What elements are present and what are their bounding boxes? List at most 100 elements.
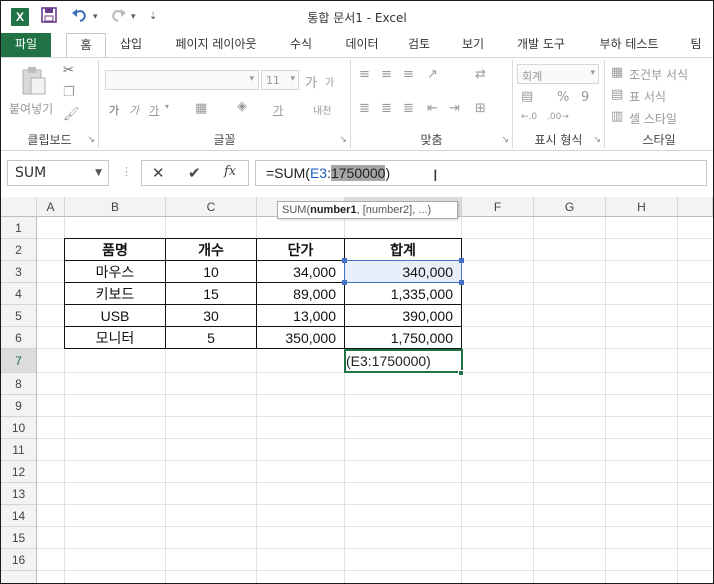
format-painter-icon[interactable]: 🖌	[63, 108, 80, 122]
underline-icon[interactable]: 가	[149, 102, 159, 118]
format-as-table-icon[interactable]: ▤	[611, 88, 623, 102]
row-header-1[interactable]: 1	[1, 217, 37, 239]
table-cell[interactable]: 15	[166, 283, 256, 305]
formula-bar-splitter-icon[interactable]: ⋮	[121, 165, 132, 178]
header-cell-count[interactable]: 개수	[166, 239, 256, 261]
italic-icon[interactable]: 가	[129, 102, 139, 118]
paste-label[interactable]: 붙여넣기	[9, 100, 53, 117]
tab-insert[interactable]: 삽입	[111, 33, 151, 57]
percent-icon[interactable]: %	[557, 90, 569, 105]
function-argument-tooltip[interactable]: SUM(number1, [number2], ...)	[277, 201, 458, 219]
borders-icon[interactable]: ▦	[195, 102, 207, 116]
tab-developer[interactable]: 개발 도구	[506, 33, 576, 57]
increase-indent-icon[interactable]: ⇥	[449, 102, 460, 116]
number-launcher-icon[interactable]: ↘	[593, 135, 601, 145]
range-handle[interactable]	[459, 280, 464, 285]
row-header-10[interactable]: 10	[1, 417, 37, 439]
range-handle[interactable]	[342, 258, 347, 263]
cancel-icon[interactable]: ✕	[152, 164, 165, 182]
table-cell[interactable]: 키보드	[65, 283, 165, 305]
row-header-6[interactable]: 6	[1, 327, 37, 349]
table-cell[interactable]: 350,000	[257, 327, 344, 349]
row-header-16[interactable]: 16	[1, 549, 37, 571]
increase-decimal-icon[interactable]: ←.0	[521, 112, 537, 122]
row-header-5[interactable]: 5	[1, 305, 37, 327]
formula-input[interactable]: =SUM(E3:1750000)	[255, 160, 707, 186]
table-cell[interactable]: 34,000	[257, 261, 344, 283]
table-cell[interactable]: 마우스	[65, 261, 165, 283]
row-header-9[interactable]: 9	[1, 395, 37, 417]
range-handle[interactable]	[342, 280, 347, 285]
format-as-table-label[interactable]: 표 서식	[629, 88, 666, 105]
insert-function-icon[interactable]: fx	[224, 164, 236, 179]
cell-styles-icon[interactable]: ▥	[611, 110, 623, 124]
header-cell-item[interactable]: 품명	[65, 239, 165, 261]
align-center-icon[interactable]: ≣	[381, 102, 392, 116]
row-header-14[interactable]: 14	[1, 505, 37, 527]
fill-handle[interactable]	[458, 370, 464, 376]
table-cell[interactable]: 1,750,000	[345, 327, 461, 349]
font-size-box[interactable]: 11 ▾	[261, 70, 299, 90]
table-cell[interactable]: 1,335,000	[345, 283, 461, 305]
align-right-icon[interactable]: ≣	[403, 102, 414, 116]
tab-page-layout[interactable]: 페이지 레이아웃	[166, 33, 266, 57]
active-cell-editor[interactable]: (E3:1750000)	[344, 349, 463, 373]
tab-file[interactable]: 파일	[1, 33, 51, 57]
fill-color-icon[interactable]: ◈	[237, 100, 247, 114]
row-header-7[interactable]: 7	[1, 349, 37, 373]
column-header-a[interactable]: A	[37, 197, 65, 217]
row-header-2[interactable]: 2	[1, 239, 37, 261]
select-all-corner[interactable]	[1, 197, 37, 217]
phonetic-icon[interactable]: 내천	[313, 102, 331, 117]
row-header-12[interactable]: 12	[1, 461, 37, 483]
decrease-decimal-icon[interactable]: .00→	[547, 112, 569, 122]
merge-center-icon[interactable]: ⊞	[475, 102, 486, 116]
table-cell[interactable]: 5	[166, 327, 256, 349]
conditional-format-icon[interactable]: ▦	[611, 66, 623, 80]
tab-review[interactable]: 검토	[399, 33, 439, 57]
tab-team[interactable]: 팀	[683, 33, 709, 57]
table-cell[interactable]: 390,000	[345, 305, 461, 327]
align-middle-icon[interactable]: ≡	[381, 68, 392, 82]
row-header-4[interactable]: 4	[1, 283, 37, 305]
row-header-3[interactable]: 3	[1, 261, 37, 283]
cell-styles-label[interactable]: 셀 스타일	[629, 110, 677, 127]
name-box-dropdown-icon[interactable]: ▼	[95, 161, 102, 185]
header-cell-total[interactable]: 합계	[345, 239, 461, 261]
enter-icon[interactable]: ✔	[188, 164, 201, 182]
bold-icon[interactable]: 가	[109, 102, 119, 118]
font-name-box[interactable]: ▾	[105, 70, 259, 90]
wrap-text-icon[interactable]: ⇄	[475, 68, 486, 82]
row-header-15[interactable]: 15	[1, 527, 37, 549]
comma-style-icon[interactable]: 9	[581, 90, 589, 105]
column-header-f[interactable]: F	[462, 197, 534, 217]
column-header-h[interactable]: H	[606, 197, 678, 217]
orientation-icon[interactable]: ↗	[427, 68, 438, 82]
tab-load-test[interactable]: 부하 테스트	[589, 33, 669, 57]
table-cell[interactable]: 10	[166, 261, 256, 283]
table-cell[interactable]: 13,000	[257, 305, 344, 327]
align-bottom-icon[interactable]: ≡	[403, 68, 414, 82]
align-left-icon[interactable]: ≣	[359, 102, 370, 116]
name-box[interactable]: SUM ▼	[7, 160, 109, 186]
column-header-b[interactable]: B	[65, 197, 166, 217]
font-color-icon[interactable]: 가	[273, 102, 283, 118]
row-header-11[interactable]: 11	[1, 439, 37, 461]
header-cell-price[interactable]: 단가	[257, 239, 344, 261]
row-header-13[interactable]: 13	[1, 483, 37, 505]
column-header-i[interactable]	[678, 197, 713, 217]
conditional-format-label[interactable]: 조건부 서식	[629, 66, 688, 83]
number-format-box[interactable]: 회계 ▾	[517, 64, 599, 84]
align-top-icon[interactable]: ≡	[359, 68, 370, 82]
shrink-font-icon[interactable]: 가	[325, 74, 334, 89]
worksheet-grid[interactable]: A B C D E F G H 1 2 3 4 5 6 7 8 9 10 11 …	[1, 197, 713, 583]
range-handle[interactable]	[459, 258, 464, 263]
clipboard-launcher-icon[interactable]: ↘	[87, 135, 95, 145]
decrease-indent-icon[interactable]: ⇤	[427, 102, 438, 116]
table-cell[interactable]: 모니터	[65, 327, 165, 349]
column-header-c[interactable]: C	[166, 197, 257, 217]
tab-data[interactable]: 데이터	[337, 33, 387, 57]
copy-icon[interactable]: ❐	[63, 86, 75, 100]
table-cell[interactable]: 30	[166, 305, 256, 327]
alignment-launcher-icon[interactable]: ↘	[501, 135, 509, 145]
